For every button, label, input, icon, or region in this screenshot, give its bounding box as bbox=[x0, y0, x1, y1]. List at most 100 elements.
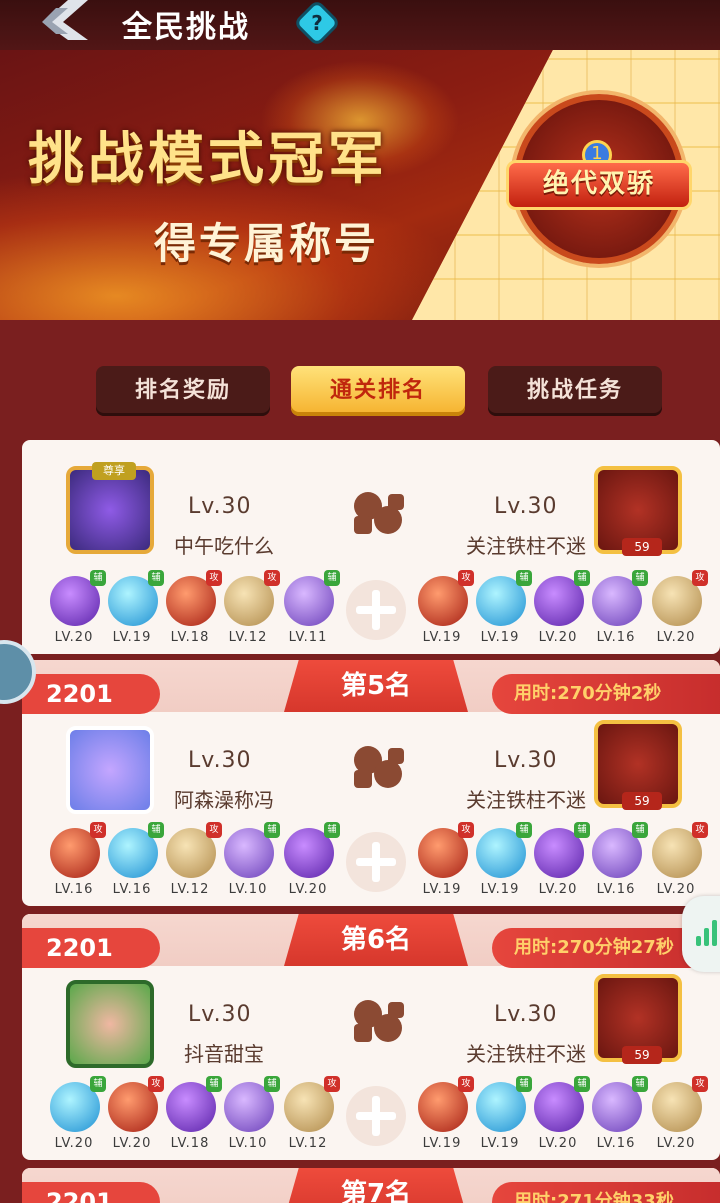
pet-icon: 辅 bbox=[166, 1076, 222, 1132]
player-avatar[interactable]: 59 bbox=[594, 974, 682, 1064]
pet-level: LV.20 bbox=[538, 1136, 578, 1151]
ranking-card[interactable]: 尊享 Lv.30 中午吃什么 Lv.30 关注铁柱不迷 59 辅 辅 攻 攻 辅… bbox=[22, 440, 720, 654]
vip-tag: 尊享 bbox=[92, 462, 136, 480]
player-avatar[interactable]: 59 bbox=[594, 720, 682, 810]
pet-level: LV.16 bbox=[596, 630, 636, 645]
player-name: 阿森澡称冯 bbox=[174, 788, 274, 812]
pet-icon: 辅 bbox=[284, 570, 340, 626]
time-label: 用时:271分钟33秒 bbox=[492, 1182, 720, 1203]
pet-level: LV.20 bbox=[538, 882, 578, 897]
rank-label: 第5名 bbox=[284, 660, 468, 712]
pet-level: LV.20 bbox=[656, 1136, 696, 1151]
player-name: 关注铁柱不迷 bbox=[466, 788, 586, 812]
ranking-card[interactable]: 2201 第5名 用时:270分钟2秒 Lv.30 阿森澡称冯 Lv.30 关注… bbox=[22, 660, 720, 906]
pet-level: LV.16 bbox=[596, 882, 636, 897]
player-name: 关注铁柱不迷 bbox=[466, 534, 586, 558]
banner-subtitle: 得专属称号 bbox=[154, 219, 380, 268]
plus-icon bbox=[354, 1094, 398, 1138]
pet-icon: 辅 bbox=[224, 822, 280, 878]
player-level: Lv.30 bbox=[494, 1002, 558, 1027]
back-icon[interactable] bbox=[38, 0, 98, 40]
banner-title: 挑战模式冠军 bbox=[28, 127, 388, 192]
pet-icon: 攻 bbox=[108, 1076, 164, 1132]
pet-icon: 攻 bbox=[652, 1076, 708, 1132]
pet-icon: 辅 bbox=[534, 1076, 590, 1132]
pet-level: LV.12 bbox=[288, 1136, 328, 1151]
pet-icon: 攻 bbox=[652, 570, 708, 626]
player-avatar[interactable]: 尊享 bbox=[66, 462, 154, 554]
pet-icon: 攻 bbox=[418, 1076, 474, 1132]
pet-icon: 辅 bbox=[476, 1076, 532, 1132]
pet-icon: 攻 bbox=[652, 822, 708, 878]
pet-level: LV.16 bbox=[596, 1136, 636, 1151]
pet-level: LV.19 bbox=[112, 630, 152, 645]
ranking-card[interactable]: 2201 第7名 用时:271分钟33秒 bbox=[22, 1168, 720, 1203]
pet-icon: 辅 bbox=[534, 822, 590, 878]
versus-fists-icon bbox=[354, 492, 404, 534]
pet-level: LV.12 bbox=[170, 882, 210, 897]
tab-rank-rewards[interactable]: 排名奖励 bbox=[96, 366, 270, 416]
pet-level: LV.16 bbox=[54, 882, 94, 897]
player-avatar[interactable]: 59 bbox=[594, 466, 682, 556]
pet-level: LV.18 bbox=[170, 630, 210, 645]
card-number: 2201 bbox=[22, 928, 160, 968]
versus-fists-icon bbox=[354, 1000, 404, 1042]
pet-icon: 辅 bbox=[534, 570, 590, 626]
pet-level: LV.20 bbox=[54, 630, 94, 645]
pet-level: LV.18 bbox=[170, 1136, 210, 1151]
plus-icon bbox=[354, 840, 398, 884]
player-name: 抖音甜宝 bbox=[184, 1042, 264, 1066]
pet-icon: 攻 bbox=[418, 822, 474, 878]
pet-level: LV.20 bbox=[288, 882, 328, 897]
pet-level: LV.10 bbox=[228, 882, 268, 897]
player-name: 关注铁柱不迷 bbox=[466, 1042, 586, 1066]
help-icon[interactable]: ? bbox=[292, 0, 342, 48]
card-number: 2201 bbox=[22, 674, 160, 714]
player-level: Lv.30 bbox=[188, 748, 252, 773]
rank-label: 第7名 bbox=[284, 1168, 468, 1203]
pet-icon: 辅 bbox=[50, 570, 106, 626]
pet-level: LV.19 bbox=[422, 630, 462, 645]
pet-icon: 攻 bbox=[418, 570, 474, 626]
pet-icon: 辅 bbox=[592, 570, 648, 626]
pet-icon: 辅 bbox=[284, 822, 340, 878]
pet-level: LV.12 bbox=[228, 630, 268, 645]
pet-level: LV.16 bbox=[112, 882, 152, 897]
medal-ribbon: 绝代双骄 bbox=[506, 160, 692, 210]
signal-bars-icon bbox=[696, 920, 720, 946]
pet-level: LV.20 bbox=[54, 1136, 94, 1151]
level-badge: 59 bbox=[622, 792, 662, 810]
pet-icon: 辅 bbox=[476, 822, 532, 878]
page-title: 全民挑战 bbox=[122, 10, 250, 45]
hero-banner: 挑战模式冠军 得专属称号 1 绝代双骄 bbox=[0, 50, 720, 320]
pet-icon: 攻 bbox=[166, 570, 222, 626]
pet-icon: 辅 bbox=[108, 570, 164, 626]
player-level: Lv.30 bbox=[188, 494, 252, 519]
time-label: 用时:270分钟2秒 bbox=[492, 674, 720, 714]
pet-level: LV.19 bbox=[480, 630, 520, 645]
pet-level: LV.10 bbox=[228, 1136, 268, 1151]
pet-icon: 辅 bbox=[50, 1076, 106, 1132]
pet-level: LV.20 bbox=[538, 630, 578, 645]
level-badge: 59 bbox=[622, 538, 662, 556]
pet-level: LV.19 bbox=[480, 1136, 520, 1151]
pet-icon: 攻 bbox=[50, 822, 106, 878]
tab-clear-ranking[interactable]: 通关排名 bbox=[291, 366, 465, 416]
pet-icon: 攻 bbox=[166, 822, 222, 878]
pet-icon: 辅 bbox=[592, 1076, 648, 1132]
pet-icon: 辅 bbox=[224, 1076, 280, 1132]
pet-level: LV.19 bbox=[422, 882, 462, 897]
pet-icon: 辅 bbox=[108, 822, 164, 878]
player-avatar[interactable] bbox=[66, 726, 154, 814]
pet-level: LV.20 bbox=[656, 630, 696, 645]
pet-icon: 攻 bbox=[224, 570, 280, 626]
tab-challenge-tasks[interactable]: 挑战任务 bbox=[488, 366, 662, 416]
top-bar: 全民挑战 ? bbox=[0, 0, 720, 50]
pet-icon: 攻 bbox=[284, 1076, 340, 1132]
player-level: Lv.30 bbox=[188, 1002, 252, 1027]
versus-fists-icon bbox=[354, 746, 404, 788]
pet-icon: 辅 bbox=[476, 570, 532, 626]
ranking-card[interactable]: 2201 第6名 用时:270分钟27秒 Lv.30 抖音甜宝 Lv.30 关注… bbox=[22, 914, 720, 1160]
player-avatar[interactable] bbox=[66, 980, 154, 1068]
level-badge: 59 bbox=[622, 1046, 662, 1064]
